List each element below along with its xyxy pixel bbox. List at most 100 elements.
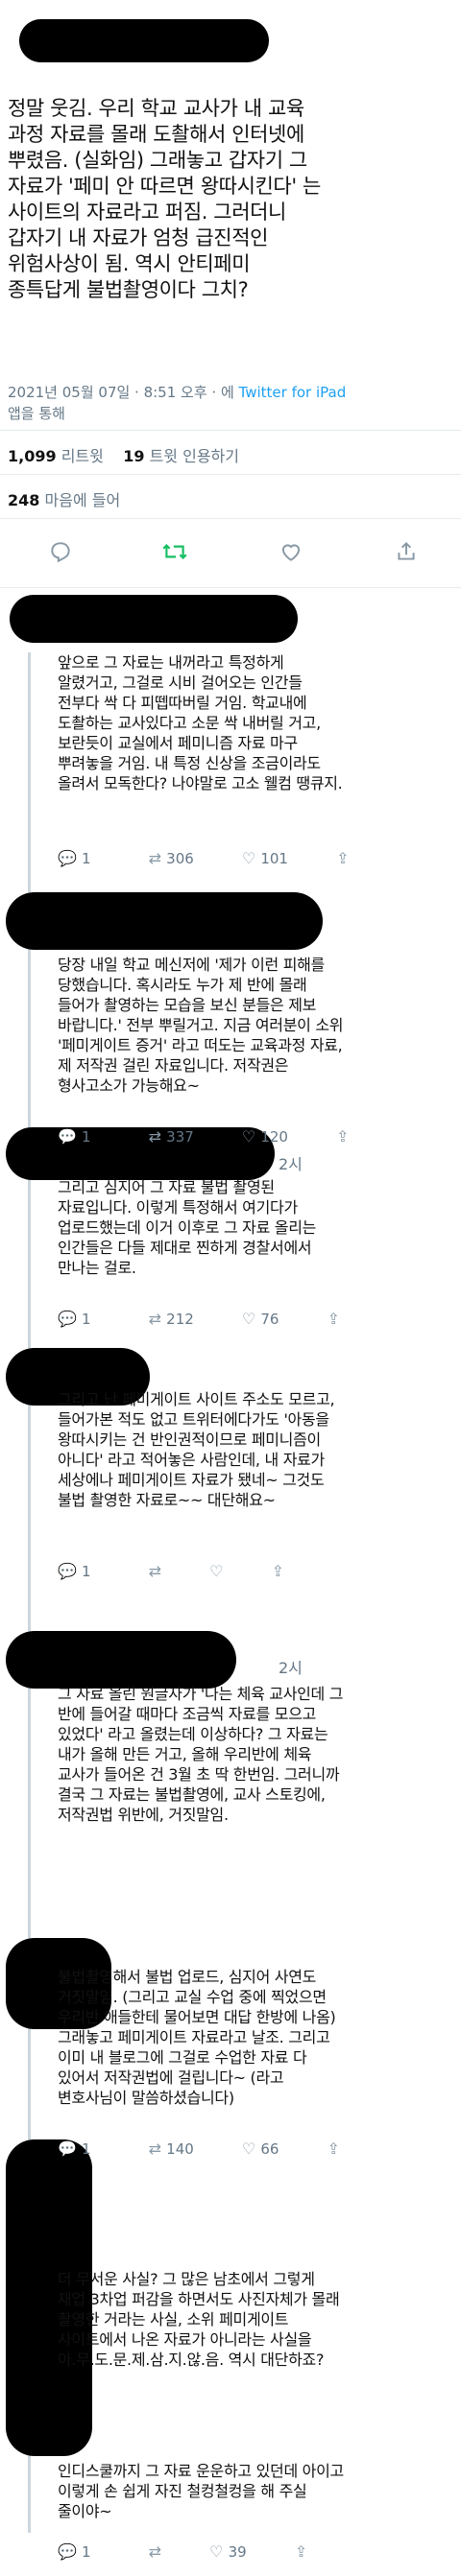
share-icon[interactable] — [394, 539, 419, 570]
like-icon[interactable]: ♡ — [242, 1310, 255, 1328]
reply-line: 들어가본 적도 없고 트위터에다가도 '아동을 — [58, 1410, 329, 1429]
reply-tweet[interactable]: 인디스쿨까지 그 자료 운운하고 있던데 아이고 이렇게 손 쉽게 자진 철컹철… — [58, 2461, 451, 2576]
reply-line: 반에 들어갈 때마다 조금씩 자료를 모으고 — [58, 1705, 317, 1723]
tweet-stats-row: 1,099 리트윗 19 트윗 인용하기 — [8, 443, 239, 466]
reply-line: 만나는 걸로. — [58, 1259, 136, 1277]
retweet-icon[interactable]: ⇄ — [149, 2542, 161, 2561]
reply-line: 재업 3차업 퍼감을 하면서도 사진자체가 몰래 — [58, 2290, 340, 2308]
reply-line: 이미 내 블로그에 그걸로 수업한 자료 다 — [58, 2048, 307, 2067]
share-icon[interactable]: ⇪ — [272, 1562, 284, 1580]
tweet-via: 앱을 통해 — [8, 405, 65, 422]
divider — [0, 474, 461, 475]
tweet-text-line: 갑자기 내 자료가 엄청 급진적인 — [8, 226, 269, 249]
reply-line: 당장 내일 학교 메신저에 '제가 이런 피해를 — [58, 956, 325, 974]
reply-line: 결국 그 자료는 불법촬영에, 교사 스토킹에, — [58, 1785, 326, 1804]
reply-line: 업로드했는데 이거 이후로 그 자료 올리는 — [58, 1218, 317, 1237]
tweet-meta: 2021년 05월 07일 · 8:51 오후 · 에 Twitter for … — [8, 382, 346, 424]
reply-line: 저작권법 위반에, 거짓말임. — [58, 1806, 229, 1824]
retweet-icon[interactable]: ⇄ — [149, 1127, 161, 1146]
reply-tweet[interactable]: 불법촬영해서 불법 업로드, 심지어 사연도 거짓말임. (그리고 교실 수업 … — [58, 1967, 451, 2187]
like-icon[interactable]: ♡ — [242, 849, 255, 867]
like-icon[interactable]: ♡ — [242, 2139, 255, 2158]
reply-count: 1 — [82, 1563, 91, 1580]
reply-icon[interactable]: 💬 — [58, 1127, 77, 1146]
like-icon[interactable]: ♡ — [242, 1127, 255, 1146]
reply-icon[interactable]: 💬 — [58, 849, 77, 867]
reply-actions: 💬 1 ⇄ ♡ 39 ⇪ — [58, 2542, 307, 2561]
like-count: 66 — [260, 2140, 279, 2158]
reply-tweet[interactable]: 당장 내일 학교 메신저에 '제가 이런 피해를 당했습니다. 혹시라도 누가 … — [58, 955, 451, 1146]
like-icon[interactable]: ♡ — [209, 2542, 223, 2561]
reply-icon[interactable]: 💬 — [58, 2542, 77, 2561]
tweet-text-line: 위험사상이 됨. 역시 안티페미 — [8, 252, 251, 275]
reply-tweet[interactable]: 앞으로 그 자료는 내꺼라고 특정하게 알렸거고, 그걸로 시비 걸어오는 인간… — [58, 652, 451, 892]
share-icon[interactable]: ⇪ — [336, 849, 349, 867]
reply-time: 2시 — [279, 1659, 303, 1677]
retweet-icon[interactable]: ⇄ — [149, 1562, 161, 1580]
retweet-icon[interactable]: ⇄ — [149, 2139, 161, 2158]
reply-actions: 💬 1 ⇄ ♡ ⇪ — [58, 1562, 284, 1580]
share-icon[interactable]: ⇪ — [336, 1127, 349, 1146]
reply-tweet[interactable]: 더 무서운 사실? 그 많은 남초에서 그렇게 재업 3차업 퍼감을 하면서도 … — [58, 2269, 451, 2461]
retweet-count: 212 — [166, 1311, 194, 1328]
reply-line: 바랍니다.' 전부 뿌릴거고. 지금 여러분이 소위 — [58, 1016, 344, 1034]
quotes-stat[interactable]: 19 트윗 인용하기 — [123, 447, 239, 465]
reply-icon[interactable]: 💬 — [58, 1562, 77, 1580]
reply-text: 당장 내일 학교 메신저에 '제가 이런 피해를 당했습니다. 혹시라도 누가 … — [58, 955, 447, 1096]
share-icon[interactable]: ⇪ — [328, 1310, 340, 1328]
retweet-icon[interactable]: ⇄ — [149, 1310, 161, 1328]
retweets-stat[interactable]: 1,099 리트윗 — [8, 447, 104, 465]
retweet-icon[interactable]: ⇄ — [149, 849, 161, 867]
reply-tweet[interactable]: 2시 그리고 심지어 그 자료 불법 촬영된 자료입니다. 이렇게 특정해서 여… — [58, 1151, 451, 1343]
reply-line: 제 저작권 걸린 자료입니다. 저작권은 — [58, 1056, 289, 1075]
reply-line: 우리반 애들한테 물어보면 대답 한방에 나옴) — [58, 2008, 336, 2026]
reply-line: 그 자료 올린 원글자가 '나는 체육 교사인데 그 — [58, 1685, 344, 1703]
reply-line: 아.무.도.문.제.삼.지.않.음. 역시 대단하죠? — [58, 2351, 325, 2369]
retweet-icon[interactable] — [161, 539, 188, 570]
like-count: 120 — [260, 1128, 288, 1146]
tweet-source-link[interactable]: Twitter for iPad — [239, 384, 347, 401]
reply-line: 전부다 싹 다 피뗍따버릴 거임. 학교내에 — [58, 694, 307, 712]
reply-line: 그리고 심지어 그 자료 불법 촬영된 — [58, 1178, 275, 1196]
likes-stat[interactable]: 248 마음에 들어 — [8, 487, 120, 510]
reply-tweet[interactable]: 그리고 난 페미게이트 사이트 주소도 모르고, 들어가본 적도 없고 트위터에… — [58, 1389, 451, 1629]
likes-count: 248 — [8, 491, 40, 509]
reply-line: 뿌려놓을 거임. 내 특정 신상을 조금이라도 — [58, 754, 321, 772]
share-icon[interactable]: ⇪ — [295, 2542, 307, 2561]
like-count: 76 — [260, 1311, 279, 1328]
like-icon[interactable]: ♡ — [209, 1562, 223, 1580]
tweet-action-bar — [0, 518, 461, 587]
reply-line: 사이트에서 나온 자료가 아니라는 사실을 — [58, 2330, 312, 2349]
reply-text: 불법촬영해서 불법 업로드, 심지어 사연도 거짓말임. (그리고 교실 수업 … — [58, 1967, 447, 2108]
reply-count: 1 — [82, 2543, 91, 2561]
tweet-text-line: 사이트의 자료라고 퍼짐. 그러더니 — [8, 201, 286, 224]
reply-icon[interactable] — [48, 539, 73, 570]
reply-line: 당했습니다. 혹시라도 누가 제 반에 몰래 — [58, 976, 307, 994]
tweet-text-line: 과정 자료를 몰래 도촬해서 인터넷에 — [8, 123, 304, 146]
reply-line: 알렸거고, 그걸로 시비 걸어오는 인간들 — [58, 674, 303, 692]
reply-icon[interactable]: 💬 — [58, 2139, 77, 2158]
reply-line: 왕따시키는 건 반인권적이므로 페미니즘이 — [58, 1430, 321, 1449]
reply-line: 불법 촬영한 자료로~~ 대단해요~ — [58, 1491, 276, 1509]
reply-text: 그 자료 올린 원글자가 '나는 체육 교사인데 그 반에 들어갈 때마다 조금… — [58, 1684, 447, 1825]
reply-line: 불법촬영해서 불법 업로드, 심지어 사연도 — [58, 1968, 317, 1986]
reply-tweet[interactable]: 2시 그 자료 올린 원글자가 '나는 체육 교사인데 그 반에 들어갈 때마다… — [58, 1655, 451, 1895]
reply-line: 형사고소가 가능해요~ — [58, 1076, 200, 1095]
reply-line: 줄이야~ — [58, 2502, 112, 2520]
redacted-header — [19, 19, 269, 62]
reply-line: 이렇게 손 쉽게 자진 철컹철컹을 해 주실 — [58, 2482, 307, 2500]
reply-line: '페미게이트 증거' 라고 떠도는 교육과정 자료, — [58, 1036, 343, 1054]
share-icon[interactable]: ⇪ — [328, 2139, 340, 2158]
reply-icon[interactable]: 💬 — [58, 1310, 77, 1328]
reply-line: 아니다' 라고 적어놓은 사람인데, 내 자료가 — [58, 1451, 325, 1469]
reply-actions: 💬 1 ⇄ 140 ♡ 66 ⇪ — [58, 2139, 340, 2158]
like-icon[interactable] — [279, 539, 303, 570]
tweet-text-line: 자료가 '페미 안 따르면 왕따시킨다' 는 — [8, 175, 321, 198]
tweet-text-line: 정말 웃김. 우리 학교 교사가 내 교육 — [8, 97, 304, 120]
reply-line: 변호사님이 말씀하셨습니다) — [58, 2089, 234, 2107]
reply-line: 인간들은 다들 제대로 찐하게 경찰서에서 — [58, 1239, 312, 1257]
reply-line: 그래놓고 페미게이트 자료라고 날조. 그리고 — [58, 2028, 330, 2046]
divider — [0, 587, 461, 588]
reply-line: 보란듯이 교실에서 페미니즘 자료 마구 — [58, 734, 298, 752]
reply-line: 있어서 저작권법에 걸립니다~ (라고 — [58, 2068, 284, 2087]
